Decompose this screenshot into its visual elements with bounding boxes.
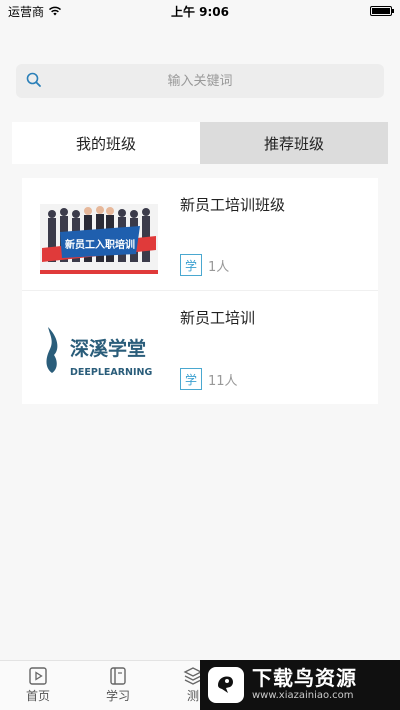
list-item[interactable]: 新员工入职培训 新员工培训班级 学 1人: [22, 178, 378, 291]
nav-study[interactable]: 学习: [106, 665, 130, 704]
search-input[interactable]: [16, 64, 384, 98]
watermark-title: 下载鸟资源: [252, 666, 357, 690]
class-tabs: 我的班级 推荐班级: [12, 122, 388, 164]
study-badge: 学: [180, 368, 202, 390]
nav-study-label: 学习: [106, 689, 131, 703]
study-badge: 学: [180, 254, 202, 276]
book-icon: [110, 667, 126, 685]
nav-home[interactable]: 首页: [26, 665, 50, 704]
svg-text:DEEPLEARNING: DEEPLEARNING: [70, 367, 152, 378]
status-bar: 运营商 上午 9:06: [0, 0, 400, 22]
class-list: 新员工入职培训 新员工培训班级 学 1人 深溪学堂 DEEPLEARNING 新…: [22, 178, 378, 404]
tab-recommended-classes[interactable]: 推荐班级: [200, 122, 388, 164]
svg-text:新员工入职培训: 新员工入职培训: [65, 238, 135, 251]
watermark-url: www.xiazainiao.com: [252, 690, 354, 701]
wifi-icon: [49, 6, 62, 16]
tab-my-classes[interactable]: 我的班级: [12, 122, 200, 164]
watermark: 下载鸟资源 www.xiazainiao.com: [200, 660, 400, 710]
search-icon: [26, 72, 41, 87]
bird-logo-icon: [208, 667, 244, 703]
battery-icon: [370, 6, 394, 16]
class-title: 新员工培训班级: [180, 196, 286, 214]
member-count: 1人: [208, 259, 230, 275]
video-icon: [29, 667, 47, 685]
class-thumbnail: 新员工入职培训: [40, 192, 158, 278]
list-item[interactable]: 深溪学堂 DEEPLEARNING 新员工培训 学 11人: [22, 291, 378, 404]
carrier-label: 运营商: [8, 4, 45, 19]
search-bar[interactable]: [16, 64, 384, 98]
class-thumbnail: 深溪学堂 DEEPLEARNING: [40, 305, 158, 391]
svg-text:深溪学堂: 深溪学堂: [70, 337, 146, 360]
class-title: 新员工培训: [180, 309, 256, 327]
member-count: 11人: [208, 373, 238, 389]
nav-test-label: 测: [186, 689, 199, 703]
nav-home-label: 首页: [26, 689, 51, 703]
